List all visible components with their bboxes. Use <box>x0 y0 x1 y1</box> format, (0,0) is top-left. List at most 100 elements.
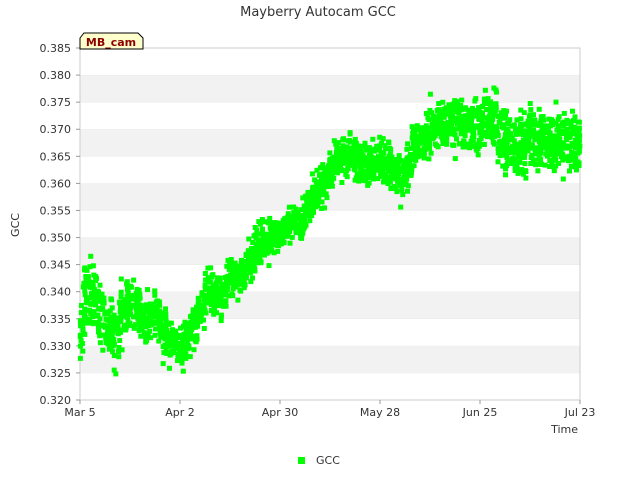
gcc-point <box>417 148 422 154</box>
gcc-point <box>552 156 558 162</box>
gcc-point <box>133 294 139 300</box>
legend: GCC <box>298 454 340 467</box>
y-tick-label: 0.350 <box>40 232 72 245</box>
gcc-point <box>101 295 107 301</box>
gcc-point <box>333 141 339 147</box>
gcc-point <box>324 195 330 201</box>
gcc-point <box>88 301 94 306</box>
gcc-point <box>370 136 376 142</box>
gcc-point <box>112 326 118 332</box>
grid-band <box>80 264 580 292</box>
gcc-point <box>448 109 454 115</box>
gcc-point <box>319 199 325 205</box>
gcc-point <box>463 126 469 132</box>
gcc-point <box>226 293 232 299</box>
gcc-point <box>412 150 418 156</box>
gcc-point <box>317 182 323 187</box>
y-tick-label: 0.340 <box>40 286 72 299</box>
gcc-point <box>289 234 295 240</box>
gcc-point <box>266 263 272 269</box>
gcc-point <box>254 227 260 233</box>
gcc-point <box>154 298 160 304</box>
gcc-point <box>232 265 238 271</box>
y-tick-label: 0.325 <box>40 367 72 380</box>
gcc-point <box>281 240 287 246</box>
gcc-point <box>218 289 224 295</box>
gcc-point <box>495 145 501 151</box>
gcc-point <box>267 215 273 221</box>
gcc-point <box>105 336 110 342</box>
gcc-point <box>525 148 531 154</box>
gcc-point <box>559 145 565 151</box>
gcc-point <box>202 282 208 288</box>
gcc-point <box>519 167 525 173</box>
gcc-point <box>340 143 346 149</box>
gcc-point <box>77 355 83 361</box>
gcc-point <box>88 282 94 288</box>
gcc-point <box>519 123 525 129</box>
gcc-point <box>136 287 142 293</box>
gcc-point <box>82 331 88 337</box>
gcc-point <box>217 279 223 285</box>
gcc-point <box>267 239 273 245</box>
gcc-point <box>131 277 137 283</box>
x-tick-label: Apr 30 <box>262 406 299 419</box>
gcc-point <box>494 89 499 95</box>
x-tick-label: May 28 <box>360 406 400 419</box>
gcc-point <box>267 225 273 231</box>
gcc-point <box>419 153 425 159</box>
gcc-point <box>405 188 410 194</box>
gcc-point <box>302 212 308 218</box>
gcc-point <box>82 280 87 286</box>
gcc-point <box>381 150 387 156</box>
gcc-point <box>346 160 352 166</box>
gcc-point <box>503 166 509 172</box>
gcc-scatter-chart: Mayberry Autocam GCC 0.3200.3250.3300.33… <box>9 5 595 467</box>
gcc-point <box>163 306 168 312</box>
gcc-point <box>412 143 418 149</box>
gcc-point <box>511 138 517 144</box>
gcc-point <box>552 148 558 153</box>
gcc-point <box>395 180 401 186</box>
gcc-point <box>210 288 216 294</box>
gcc-point <box>232 260 238 266</box>
y-tick-label: 0.365 <box>40 150 72 163</box>
gcc-point <box>239 257 244 263</box>
gcc-point <box>183 345 189 351</box>
gcc-point <box>83 274 89 279</box>
gcc-point <box>427 145 432 151</box>
gcc-point <box>532 137 538 143</box>
gcc-point <box>576 160 582 166</box>
gcc-point <box>532 117 538 123</box>
grid-band <box>80 345 580 373</box>
gcc-point <box>134 313 139 319</box>
gcc-point <box>553 163 559 169</box>
gcc-point <box>331 159 337 165</box>
gcc-point <box>411 136 417 142</box>
gcc-point <box>527 101 533 106</box>
gcc-point <box>153 326 158 332</box>
gcc-point <box>311 209 316 215</box>
gcc-point <box>118 276 124 282</box>
gcc-point <box>218 297 224 303</box>
gcc-point <box>517 159 523 165</box>
y-axis: 0.3200.3250.3300.3350.3400.3450.3500.355… <box>40 42 80 407</box>
gcc-point <box>95 324 101 330</box>
gcc-point <box>518 128 524 134</box>
gcc-point <box>212 283 218 289</box>
gcc-point <box>469 127 475 133</box>
gcc-point <box>319 206 325 211</box>
gcc-point <box>109 305 115 311</box>
gcc-point <box>371 148 377 154</box>
gcc-point <box>116 354 122 360</box>
grid-band <box>80 210 580 238</box>
gcc-point <box>267 231 273 237</box>
gcc-point <box>303 205 309 211</box>
gcc-point <box>468 143 474 149</box>
gcc-point <box>83 307 89 313</box>
gcc-point <box>398 204 404 210</box>
legend-swatch <box>298 457 305 464</box>
gcc-point <box>472 98 478 104</box>
gcc-point <box>560 130 566 136</box>
gcc-point <box>341 136 346 142</box>
